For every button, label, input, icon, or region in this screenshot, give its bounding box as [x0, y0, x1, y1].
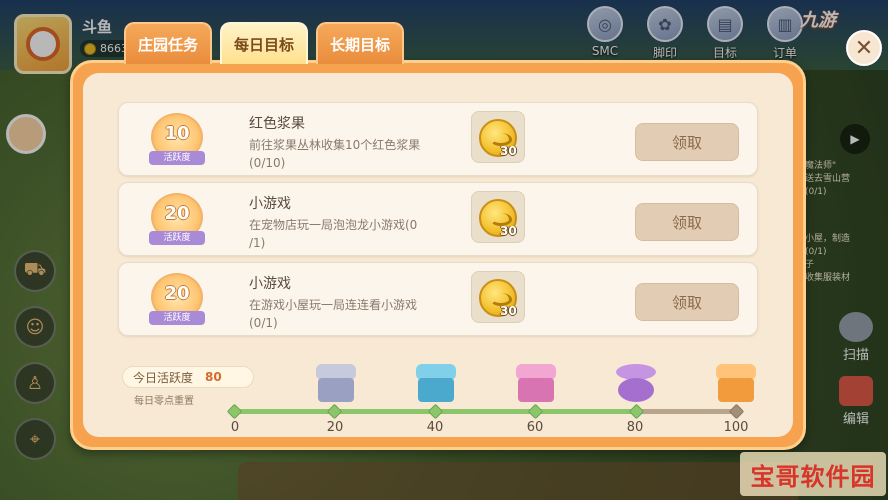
reward-slot: 30	[471, 111, 525, 163]
activity-points-badge: 20 活跃度	[147, 273, 207, 329]
task-description: 前往浆果丛林收集10个红色浆果 (0/10)	[249, 136, 469, 172]
goal-tabs: 庄园任务 每日目标 长期目标	[124, 22, 405, 64]
milestone-tick: 80	[626, 420, 644, 435]
milestone-tick: 0	[230, 420, 240, 435]
tab-manor-tasks[interactable]: 庄园任务	[124, 22, 213, 64]
task-progress: (0/10)	[249, 156, 286, 170]
task-row: 20 活跃度 小游戏 在宠物店玩一局泡泡龙小游戏(0 /1) 30 领取	[118, 182, 758, 256]
milestone-chest-20[interactable]	[314, 364, 358, 404]
badge-points: 20	[164, 203, 190, 224]
milestone-chest-40[interactable]	[414, 364, 458, 404]
badge-points: 20	[164, 283, 190, 304]
task-title: 红色浆果	[249, 116, 305, 132]
activity-value: 80	[205, 370, 222, 384]
reward-quantity: 30	[500, 304, 517, 318]
task-description: 在宠物店玩一局泡泡龙小游戏(0 /1)	[249, 216, 469, 252]
activity-summary: 今日活跃度 80	[122, 366, 254, 388]
task-description: 在游戏小屋玩一局连连看小游戏 (0/1)	[249, 296, 469, 332]
task-desc-text: 前往浆果丛林收集10个红色浆果	[249, 138, 421, 152]
task-desc-text: 在宠物店玩一局泡泡龙小游戏(0	[249, 218, 418, 232]
milestone-tick: 20	[326, 420, 344, 435]
badge-ribbon: 活跃度	[149, 311, 205, 325]
badge-points: 10	[164, 123, 190, 144]
tab-long-term-goals[interactable]: 长期目标	[316, 22, 405, 64]
milestone-tick: 100	[723, 420, 749, 435]
task-title: 小游戏	[249, 276, 291, 292]
task-progress: /1)	[249, 236, 266, 250]
chest-body	[718, 378, 754, 402]
reward-slot: 30	[471, 191, 525, 243]
watermark-logo: 宝哥软件园	[740, 452, 886, 496]
reset-note: 每日零点重置	[134, 396, 194, 407]
chest-body	[318, 378, 354, 402]
milestone-tick: 40	[426, 420, 444, 435]
task-progress: (0/1)	[249, 316, 278, 330]
activity-points-badge: 10 活跃度	[147, 113, 207, 169]
claim-button[interactable]: 领取	[635, 123, 739, 161]
milestone-chest-60[interactable]	[514, 364, 558, 404]
chest-body	[618, 378, 654, 402]
activity-label: 今日活跃度	[133, 370, 194, 385]
claim-button[interactable]: 领取	[635, 203, 739, 241]
badge-ribbon: 活跃度	[149, 151, 205, 165]
activity-progress-track	[226, 403, 745, 420]
milestone-tick: 60	[526, 420, 544, 435]
milestone-gift-100[interactable]	[714, 364, 758, 404]
tab-daily-goals[interactable]: 每日目标	[220, 22, 309, 64]
close-icon[interactable]: ✕	[846, 30, 882, 66]
task-list: 10 活跃度 红色浆果 前往浆果丛林收集10个红色浆果 (0/10) 30 领取…	[118, 102, 758, 342]
badge-ribbon: 活跃度	[149, 231, 205, 245]
task-desc-text: 在游戏小屋玩一局连连看小游戏	[249, 298, 418, 312]
milestone-chest-80[interactable]	[614, 364, 658, 404]
reward-quantity: 30	[500, 144, 517, 158]
task-row: 10 活跃度 红色浆果 前往浆果丛林收集10个红色浆果 (0/10) 30 领取	[118, 102, 758, 176]
reward-quantity: 30	[500, 224, 517, 238]
chest-body	[518, 378, 554, 402]
activity-points-badge: 20 活跃度	[147, 193, 207, 249]
chest-body	[418, 378, 454, 402]
claim-button[interactable]: 领取	[635, 283, 739, 321]
task-row: 20 活跃度 小游戏 在游戏小屋玩一局连连看小游戏 (0/1) 30 领取	[118, 262, 758, 336]
task-title: 小游戏	[249, 196, 291, 212]
reward-slot: 30	[471, 271, 525, 323]
